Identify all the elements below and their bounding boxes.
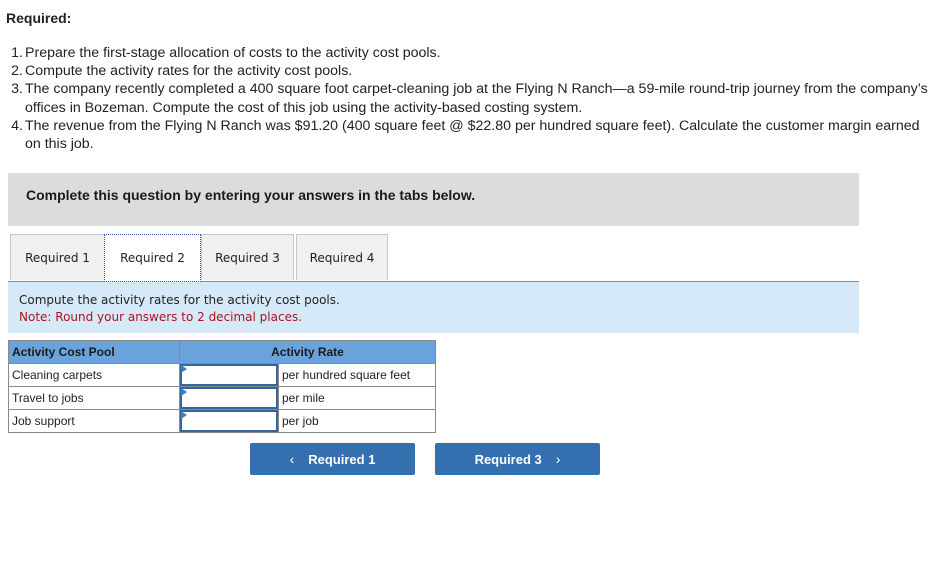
requirement-item: 1. Prepare the first-stage allocation of … (6, 44, 928, 62)
requirement-text: Compute the activity rates for the activ… (25, 63, 353, 80)
prompt-box: Compute the activity rates for the activ… (8, 282, 859, 333)
requirement-text: Prepare the first-stage allocation of co… (25, 45, 441, 61)
next-required-3-button[interactable]: Required 3 › (435, 443, 600, 475)
pool-name: Cleaning carpets (8, 363, 180, 387)
tab-required-2[interactable]: Required 2 (104, 234, 201, 282)
tab-required-3[interactable]: Required 3 (201, 234, 294, 280)
table-row: Job support per job (8, 409, 436, 433)
rate-input-cleaning-carpets[interactable] (180, 364, 278, 386)
prompt-note: Note: Round your answers to 2 decimal pl… (19, 310, 303, 324)
chevron-right-icon: › (555, 451, 561, 467)
prompt-text: Compute the activity rates for the activ… (19, 293, 340, 307)
header-activity-cost-pool: Activity Cost Pool (8, 340, 180, 364)
prev-required-1-button[interactable]: ‹ Required 1 (250, 443, 415, 475)
requirement-item: 3. The company recently completed a 400 s… (6, 80, 928, 116)
instruction-banner: Complete this question by entering your … (8, 173, 859, 226)
tab-required-4[interactable]: Required 4 (296, 234, 388, 280)
requirements-list: 1. Prepare the first-stage allocation of … (6, 44, 928, 153)
input-marker-icon (181, 388, 187, 396)
requirement-text: The company recently completed a 400 squ… (25, 81, 928, 116)
required-heading: Required: (6, 10, 72, 26)
activity-rate-table: Activity Cost Pool Activity Rate Cleanin… (8, 340, 436, 433)
requirement-number: 4. (11, 117, 23, 134)
requirement-number: 1. (11, 45, 23, 61)
requirement-number: 2. (11, 63, 23, 80)
requirement-item: 2. Compute the activity rates for the act… (6, 62, 928, 80)
header-activity-rate: Activity Rate (179, 340, 436, 364)
rate-unit: per hundred square feet (278, 363, 436, 387)
prev-button-label: Required 1 (308, 451, 376, 467)
chevron-left-icon: ‹ (289, 451, 295, 467)
tab-required-1[interactable]: Required 1 (10, 234, 105, 280)
pool-name: Job support (8, 409, 180, 433)
input-marker-icon (181, 365, 187, 373)
rate-unit: per job (278, 409, 436, 433)
requirement-number: 3. (11, 81, 23, 98)
requirement-item: 4. The revenue from the Flying N Ranch wa… (6, 117, 928, 153)
rate-input-travel-to-jobs[interactable] (180, 387, 278, 409)
pool-name: Travel to jobs (8, 386, 180, 410)
instruction-text: Complete this question by entering your … (26, 187, 476, 203)
rate-input-job-support[interactable] (180, 410, 278, 432)
requirement-text: The revenue from the Flying N Ranch was … (25, 117, 920, 153)
table-row: Travel to jobs per mile (8, 386, 436, 410)
table-header-row: Activity Cost Pool Activity Rate (8, 340, 436, 364)
rate-unit: per mile (278, 386, 436, 410)
rate-input-cell (179, 363, 279, 387)
rate-input-cell (179, 409, 279, 433)
next-button-label: Required 3 (474, 451, 542, 467)
table-row: Cleaning carpets per hundred square feet (8, 363, 436, 387)
rate-input-cell (179, 386, 279, 410)
input-marker-icon (181, 411, 187, 419)
